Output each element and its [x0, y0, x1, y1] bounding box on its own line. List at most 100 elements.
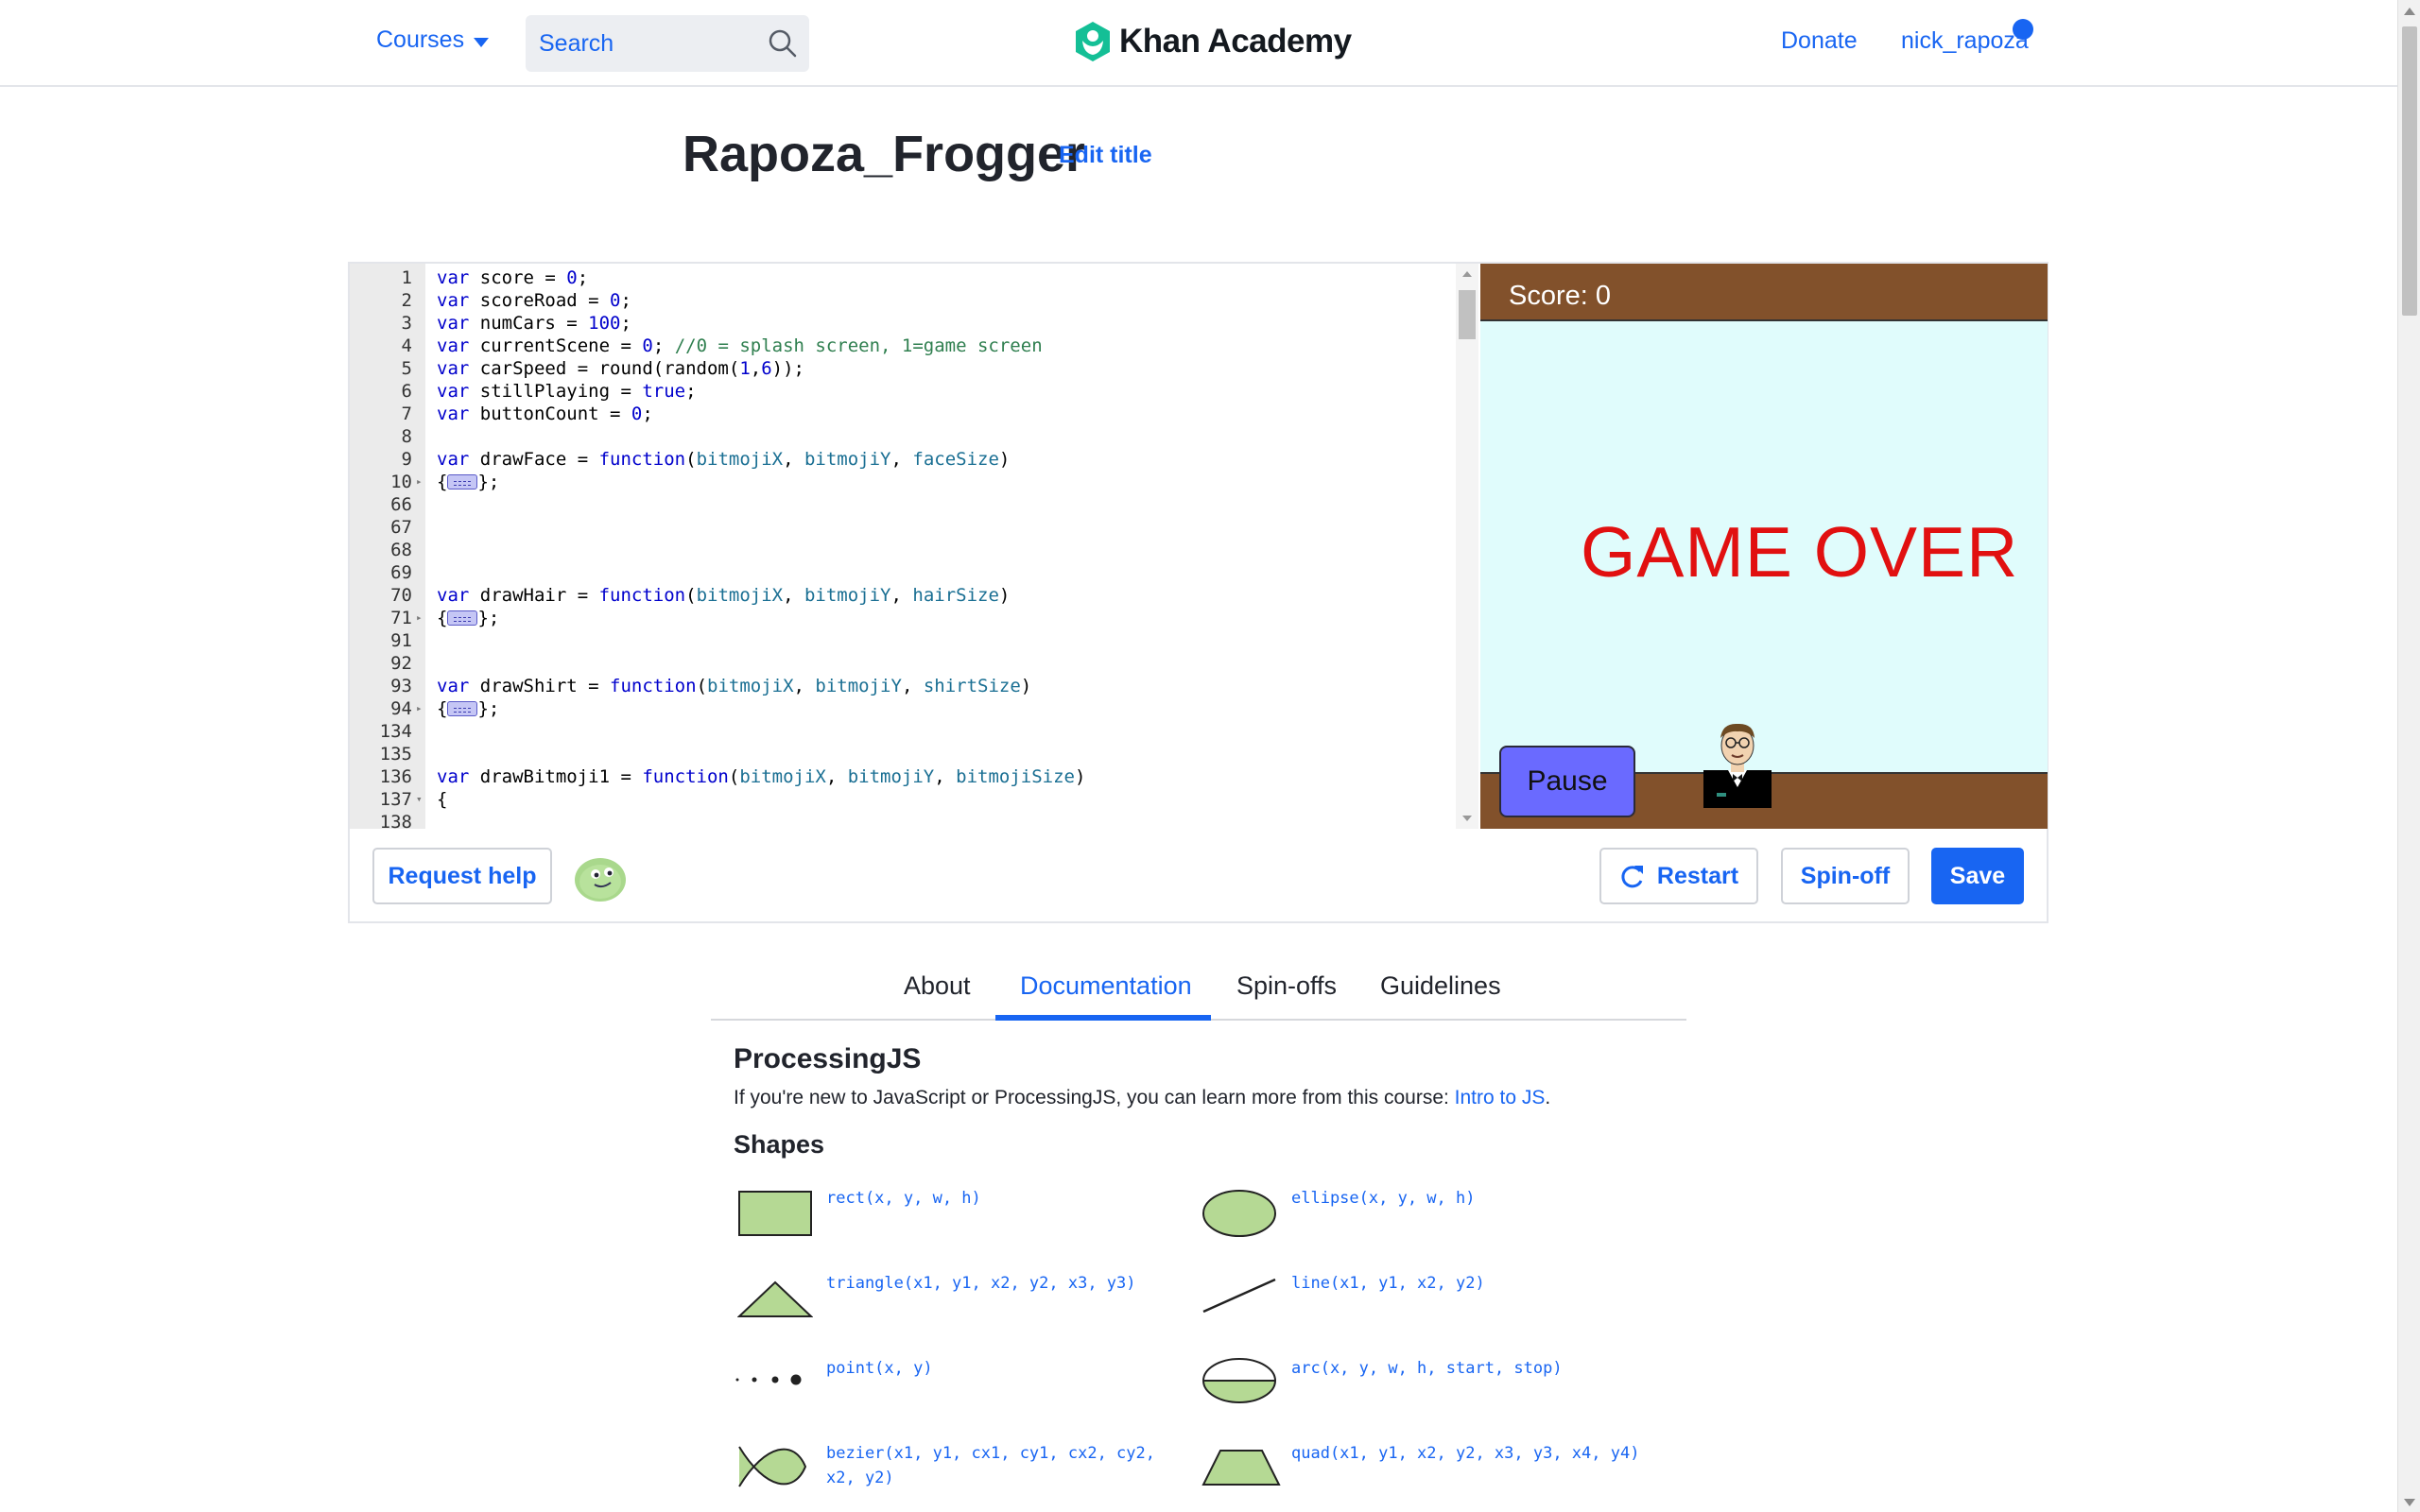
top-navigation-bar: Courses Khan Academy Donate nick_rapoza: [0, 0, 2397, 87]
fold-collapsed-icon[interactable]: ▸: [416, 471, 423, 493]
triangle-shape-icon: [737, 1280, 813, 1317]
tab-spin-offs[interactable]: Spin-offs: [1236, 971, 1337, 1001]
fold-collapsed-icon[interactable]: ▸: [416, 607, 423, 629]
line-number: 138: [379, 812, 412, 829]
tab-about[interactable]: About: [904, 971, 971, 1001]
triangle-doc-link[interactable]: triangle(x1, y1, x2, y2, x3, y3): [826, 1271, 1136, 1296]
bezier-shape-icon: [738, 1446, 807, 1487]
tab-guidelines[interactable]: Guidelines: [1380, 971, 1501, 1001]
page-title: Rapoza_Frogger: [683, 126, 1086, 182]
page-scrollbar[interactable]: [2397, 0, 2420, 1512]
restart-button[interactable]: Restart: [1599, 848, 1758, 904]
fold-collapsed-icon[interactable]: ▸: [416, 697, 423, 720]
courses-menu-button[interactable]: Courses: [376, 26, 490, 54]
score-text: Score: 0: [1509, 281, 1611, 311]
bitmoji-character-icon: [1703, 723, 1772, 808]
search-icon[interactable]: [768, 28, 798, 59]
line-number: 10: [390, 472, 412, 492]
output-canvas[interactable]: Score: 0 GAME OVER Pause: [1480, 264, 2048, 829]
ellipse-doc-link[interactable]: ellipse(x, y, w, h): [1291, 1186, 1475, 1211]
save-button[interactable]: Save: [1931, 848, 2024, 904]
search-box: [526, 15, 809, 72]
docs-intro: If you're new to JavaScript or Processin…: [734, 1087, 1550, 1109]
code-text[interactable]: {};: [437, 471, 499, 493]
game-over-text: GAME OVER: [1581, 512, 2019, 592]
code-lines[interactable]: 1 var score = 0; 2 var scoreRoad = 0; 3 var n…: [350, 264, 1461, 829]
code-text[interactable]: {: [437, 788, 447, 811]
line-number: 92: [390, 653, 412, 674]
code-text[interactable]: var drawFace = function(bitmojiX, bitmoj…: [437, 448, 1010, 471]
code-text[interactable]: var drawShirt = function(bitmojiX, bitmo…: [437, 675, 1031, 697]
line-number: 71: [390, 608, 412, 628]
line-number: 67: [390, 517, 412, 538]
pause-button[interactable]: Pause: [1499, 746, 1635, 817]
line-number: 9: [401, 449, 412, 470]
line-number: 93: [390, 676, 412, 696]
docs-intro-text: If you're new to JavaScript or Processin…: [734, 1087, 1455, 1108]
donate-link[interactable]: Donate: [1781, 27, 1858, 55]
caret-down-icon: [474, 37, 490, 47]
rect-doc-link[interactable]: rect(x, y, w, h): [826, 1186, 981, 1211]
logo-text: Khan Academy: [1119, 23, 1352, 60]
code-text[interactable]: var numCars = 100;: [437, 312, 631, 335]
line-shape-icon: [1202, 1278, 1276, 1314]
code-text[interactable]: {};: [437, 607, 499, 629]
line-number: 134: [379, 721, 412, 742]
quad-shape-icon: [1201, 1450, 1281, 1486]
line-number: 1: [401, 267, 412, 288]
line-number: 3: [401, 313, 412, 334]
khan-academy-hexagon-icon: [1076, 22, 1110, 61]
code-text[interactable]: var drawHair = function(bitmojiX, bitmoj…: [437, 584, 1010, 607]
code-text[interactable]: var buttonCount = 0;: [437, 403, 653, 425]
intro-to-js-link[interactable]: Intro to JS: [1455, 1087, 1546, 1108]
code-text[interactable]: var scoreRoad = 0;: [437, 289, 631, 312]
code-text[interactable]: var stillPlaying = true;: [437, 380, 697, 403]
code-editor[interactable]: 1 var score = 0; 2 var scoreRoad = 0; 3 var n…: [350, 264, 1480, 829]
quad-doc-link[interactable]: quad(x1, y1, x2, y2, x3, y3, x4, y4): [1291, 1441, 1639, 1466]
line-number: 69: [390, 562, 412, 583]
arc-doc-link[interactable]: arc(x, y, w, h, start, stop): [1291, 1356, 1563, 1381]
user-menu[interactable]: nick_rapoza: [1901, 27, 2029, 55]
point-doc-link[interactable]: point(x, y): [826, 1356, 933, 1381]
line-number: 94: [390, 698, 412, 719]
line-number: 8: [401, 426, 412, 447]
avatar-blob-icon[interactable]: [573, 853, 628, 902]
ellipse-shape-icon: [1202, 1190, 1276, 1237]
editor-scroll-up-icon[interactable]: [1462, 271, 1472, 277]
code-text[interactable]: var score = 0;: [437, 266, 588, 289]
editor-scrollbar-thumb[interactable]: [1459, 290, 1476, 339]
fold-expanded-icon[interactable]: ▾: [416, 788, 423, 811]
page-scrollbar-thumb[interactable]: [2402, 26, 2417, 316]
courses-label: Courses: [376, 26, 465, 53]
request-help-button[interactable]: Request help: [372, 848, 552, 904]
line-number: 137: [379, 789, 412, 810]
bezier-doc-link[interactable]: bezier(x1, y1, cx1, cy1, cx2, cy2, x2, y…: [826, 1441, 1185, 1490]
code-text[interactable]: var currentScene = 0; //0 = splash scree…: [437, 335, 1043, 357]
notification-dot: [2013, 19, 2033, 40]
code-text[interactable]: var drawBitmoji1 = function(bitmojiX, bi…: [437, 765, 1085, 788]
shapes-heading: Shapes: [734, 1130, 825, 1159]
line-number: 7: [401, 404, 412, 424]
line-number: 68: [390, 540, 412, 560]
editor-scroll-down-icon[interactable]: [1462, 816, 1472, 821]
scroll-up-arrow-icon[interactable]: [2404, 8, 2415, 15]
search-input[interactable]: [539, 29, 756, 58]
edit-title-link[interactable]: Edit title: [1059, 142, 1152, 169]
top-road-strip: Score: 0: [1480, 264, 2048, 321]
program-tabs: About Documentation Spin-offs Guidelines: [711, 958, 1686, 1021]
code-text[interactable]: var carSpeed = round(random(1,6));: [437, 357, 804, 380]
spin-off-button[interactable]: Spin-off: [1781, 848, 1910, 904]
tab-documentation[interactable]: Documentation: [1020, 971, 1192, 1001]
khan-academy-logo[interactable]: Khan Academy: [1074, 21, 1352, 62]
line-number: 4: [401, 335, 412, 356]
arc-shape-icon: [1201, 1358, 1277, 1403]
line-number: 70: [390, 585, 412, 606]
line-number: 5: [401, 358, 412, 379]
line-number: 91: [390, 630, 412, 651]
line-number: 135: [379, 744, 412, 765]
scroll-down-arrow-icon[interactable]: [2404, 1499, 2415, 1506]
code-text[interactable]: {};: [437, 697, 499, 720]
restart-label: Restart: [1656, 862, 1739, 889]
editor-scrollbar[interactable]: [1456, 264, 1478, 829]
line-doc-link[interactable]: line(x1, y1, x2, y2): [1291, 1271, 1485, 1296]
